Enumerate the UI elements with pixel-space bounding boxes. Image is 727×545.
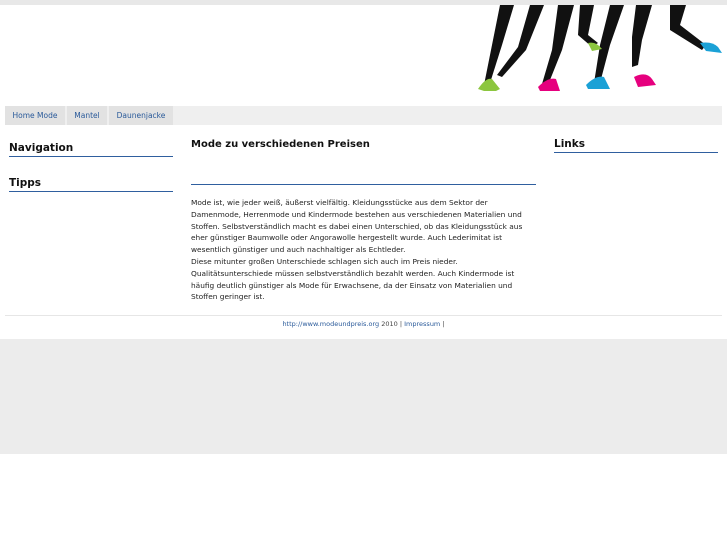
right-sidebar: Links [554, 138, 718, 153]
nav-item-home-mode[interactable]: Home Mode [5, 106, 65, 125]
footer-divider [5, 315, 722, 316]
main-nav: Home Mode Mantel Daunenjacke [5, 106, 722, 125]
links-heading: Links [554, 138, 718, 153]
left-sidebar: Navigation Tipps [9, 142, 173, 192]
navigation-heading: Navigation [9, 142, 173, 157]
footer-year: 2010 [381, 320, 398, 328]
article-text: Mode ist, wie jeder weiß, äußerst vielfä… [191, 197, 536, 303]
tipps-heading: Tipps [9, 177, 173, 192]
footer-separator: | [399, 320, 403, 328]
footer-site-link[interactable]: http://www.modeundpreis.org [282, 320, 379, 328]
main-content: Mode zu verschiedenen Preisen Mode ist, … [191, 139, 536, 303]
footer-impressum-link[interactable]: Impressum [404, 320, 440, 328]
article-paragraph-1: Mode ist, wie jeder weiß, äußerst vielfä… [191, 198, 523, 255]
page-title: Mode zu verschiedenen Preisen [191, 139, 536, 185]
article-paragraph-2: Diese mitunter großen Unterschiede schla… [191, 256, 515, 302]
header [0, 5, 727, 105]
footer: http://www.modeundpreis.org 2010 | Impre… [0, 320, 727, 328]
bottom-band [0, 339, 727, 454]
footer-separator: | [442, 320, 445, 328]
nav-item-mantel[interactable]: Mantel [67, 106, 107, 125]
header-image-legs-heels [478, 5, 722, 91]
nav-item-daunenjacke[interactable]: Daunenjacke [109, 106, 173, 125]
